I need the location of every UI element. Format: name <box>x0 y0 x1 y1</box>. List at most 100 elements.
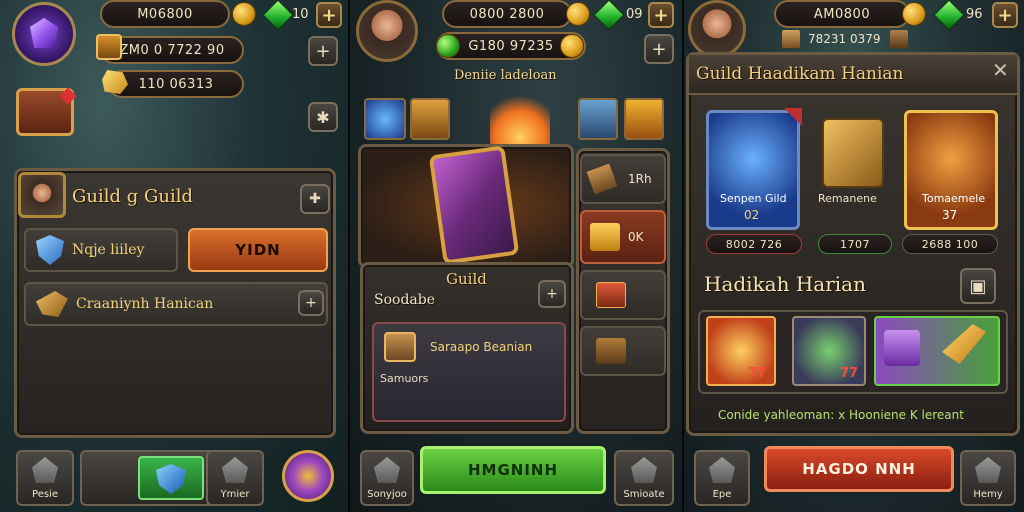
card-1-label: Senpen Gild <box>720 192 787 205</box>
nav-left-button[interactable]: Epe <box>694 450 750 506</box>
stat-pill-3: 2688 100 <box>902 234 998 254</box>
guild-add-button[interactable]: ✚ <box>300 184 330 214</box>
row2-add-button[interactable]: + <box>298 290 324 316</box>
stat-2: 1707 <box>840 237 870 251</box>
inner-sub: Samuors <box>380 372 429 385</box>
side-item-2[interactable]: 0K <box>580 210 666 264</box>
side-item-1[interactable]: 1Rh <box>580 154 666 204</box>
resource-value: 110 06313 <box>138 76 214 92</box>
chest-small-icon <box>596 282 626 308</box>
gold-box-icon <box>590 223 620 251</box>
add-gold-button[interactable]: + <box>644 34 674 64</box>
chest-icon <box>96 34 122 60</box>
add-currency-button[interactable]: + <box>316 2 342 28</box>
sub-currency: 78231 0379 <box>808 32 881 46</box>
settings-button[interactable]: ✱ <box>308 102 338 132</box>
main-action-label: HAGDO NNH <box>802 460 916 478</box>
top-currency-pill: M06800 <box>100 0 230 28</box>
stat-1: 8002 726 <box>725 237 783 251</box>
side-item-3[interactable] <box>580 270 666 320</box>
footer-text: Conide yahleoman: x Hooniene K lereant <box>718 408 964 422</box>
map-icon[interactable] <box>578 98 618 140</box>
gem-icon <box>933 0 965 31</box>
castle-icon <box>975 457 1001 483</box>
top-currency-pill: AM0800 <box>774 0 910 28</box>
add-gold-button[interactable]: + <box>308 36 338 66</box>
nav-right-button[interactable]: Hemy <box>960 450 1016 506</box>
top-currency-value: 0800 2800 <box>469 6 545 22</box>
gold-bar-value: ZM0 0 7722 90 <box>119 42 225 58</box>
nav-orb-button[interactable] <box>282 450 334 502</box>
close-icon[interactable]: ✕ <box>992 58 1009 82</box>
main-action-label: HMGNINH <box>467 461 559 479</box>
gift-icon <box>631 457 657 483</box>
row2-label: Craaniynh Hanican <box>76 296 214 312</box>
reward-1-num: 77 <box>748 366 767 381</box>
side-item-4[interactable] <box>580 326 666 376</box>
home-icon <box>32 457 58 483</box>
guild-title: Guild g Guild <box>72 186 193 207</box>
section-title: Hadikah Harian <box>704 272 866 296</box>
coin-icon <box>232 2 256 26</box>
screen-daily-rewards: AM0800 96 + 78231 0379 Guild Haadikam Ha… <box>684 0 1024 512</box>
row1-action-button[interactable]: YIDN <box>188 228 328 272</box>
row1-action-label: YIDN <box>235 241 281 259</box>
guild-row-2[interactable]: Craaniynh Hanican <box>24 282 328 326</box>
panel-add-button[interactable]: + <box>538 280 566 308</box>
main-action-button[interactable]: HMGNINH <box>420 446 606 494</box>
nav-left-button[interactable]: Pesie <box>16 450 74 506</box>
top-currency-pill: 0800 2800 <box>442 0 572 28</box>
nav-right-button[interactable]: Smioate <box>614 450 674 506</box>
gem-icon <box>262 0 294 31</box>
top-currency-value: M06800 <box>137 6 193 22</box>
resource-pill: 110 06313 <box>108 70 244 98</box>
gem-icon <box>593 0 625 31</box>
stat-pill-2: 1707 <box>818 234 892 254</box>
nav-right-label: Ymier <box>220 489 250 500</box>
player-avatar[interactable] <box>688 0 746 58</box>
gift-box-icon <box>884 330 920 366</box>
box-small-icon <box>596 338 626 364</box>
tower-icon <box>222 457 248 483</box>
card-3-label: Tomaemele <box>922 192 986 205</box>
card-2-icon[interactable] <box>822 118 884 188</box>
card-2-label: Remanene <box>818 192 877 205</box>
nav-left-label: Pesie <box>32 489 58 500</box>
add-currency-button[interactable]: + <box>992 2 1018 28</box>
main-action-button[interactable]: HAGDO NNH <box>764 446 954 492</box>
panel-title: Guild <box>446 270 487 288</box>
player-avatar[interactable] <box>18 172 66 218</box>
box-icon-2 <box>890 30 908 48</box>
guild-chest-icon <box>428 145 520 265</box>
event-title: Deniie ladeloan <box>454 68 557 83</box>
nav-left-label: Sonyjoo <box>367 489 407 500</box>
nav-right-label: Hemy <box>973 489 1003 500</box>
coin-icon <box>566 2 590 26</box>
scroll-icon[interactable] <box>410 98 450 140</box>
guild-row-1[interactable]: Nqje liiley <box>24 228 178 272</box>
potion-icon[interactable] <box>624 98 664 140</box>
scroll-small-icon <box>586 163 618 195</box>
side-label-1: 1Rh <box>628 172 652 186</box>
gold-bar-value: G180 97235 <box>468 38 554 54</box>
gem-count: 09 <box>626 7 643 22</box>
nav-left-label: Epe <box>712 489 732 500</box>
top-currency-value: AM0800 <box>813 6 871 22</box>
coin-icon <box>560 34 584 58</box>
nav-left-button[interactable]: Sonyjoo <box>360 450 414 506</box>
stat-3: 2688 100 <box>921 237 979 251</box>
player-avatar[interactable] <box>356 0 418 62</box>
section-action-button[interactable]: ▣ <box>960 268 996 304</box>
nav-right-button[interactable]: Ymier <box>206 450 264 506</box>
row1-label: Nqje liiley <box>72 242 145 258</box>
nav-right-label: Smioate <box>623 489 665 500</box>
screen-guild-menu: M06800 10 + ZM0 0 7722 90 + 110 06313 ✱ … <box>0 0 348 512</box>
reward-2-num: 77 <box>840 366 859 381</box>
blue-orb-icon[interactable] <box>364 98 406 140</box>
add-currency-button[interactable]: + <box>648 2 674 28</box>
panel-subtitle: Soodabe <box>374 292 436 308</box>
inner-label: Saraapo Beanian <box>430 340 533 354</box>
search-icon <box>709 457 735 483</box>
game-screens: M06800 10 + ZM0 0 7722 90 + 110 06313 ✱ … <box>0 0 1024 512</box>
bag-icon <box>384 332 416 362</box>
